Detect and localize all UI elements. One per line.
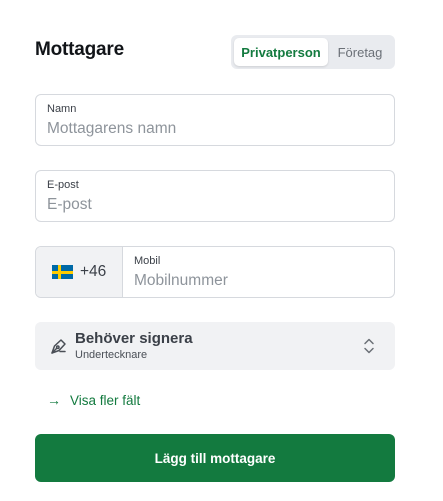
email-field-placeholder: E-post — [47, 196, 92, 213]
name-field[interactable]: Namn Mottagarens namn — [35, 94, 395, 146]
mobile-field-placeholder: Mobilnummer — [134, 272, 228, 289]
chevron-updown-icon — [364, 338, 374, 354]
recipient-type-toggle: Privatperson Företag — [231, 35, 395, 69]
recipient-header: Mottagare Privatperson Företag — [35, 35, 395, 69]
page-title: Mottagare — [35, 39, 124, 60]
name-field-label: Namn — [47, 103, 77, 115]
toggle-privatperson[interactable]: Privatperson — [234, 38, 328, 66]
show-more-fields-label: Visa fler fält — [70, 392, 141, 408]
phone-field-group: +46 Mobil Mobilnummer — [35, 246, 395, 298]
country-code: +46 — [80, 263, 107, 280]
mobile-field[interactable]: Mobil Mobilnummer — [123, 247, 394, 297]
email-field[interactable]: E-post E-post — [35, 170, 395, 222]
signer-role-title: Behöver signera — [75, 330, 193, 347]
email-field-label: E-post — [47, 179, 79, 191]
mobile-field-label: Mobil — [134, 255, 161, 267]
signer-role-select[interactable]: Behöver signera Undertecknare — [35, 322, 395, 370]
pen-icon — [51, 339, 66, 354]
name-field-placeholder: Mottagarens namn — [47, 120, 177, 137]
arrow-right-icon: → — [47, 392, 61, 408]
show-more-fields-link[interactable]: → Visa fler fält — [47, 392, 140, 408]
add-recipient-button[interactable]: Lägg till mottagare — [35, 434, 395, 482]
toggle-foretag[interactable]: Företag — [328, 38, 392, 66]
sweden-flag-icon — [52, 265, 73, 279]
country-code-selector[interactable]: +46 — [36, 247, 123, 297]
signer-role-subtitle: Undertecknare — [75, 349, 148, 361]
